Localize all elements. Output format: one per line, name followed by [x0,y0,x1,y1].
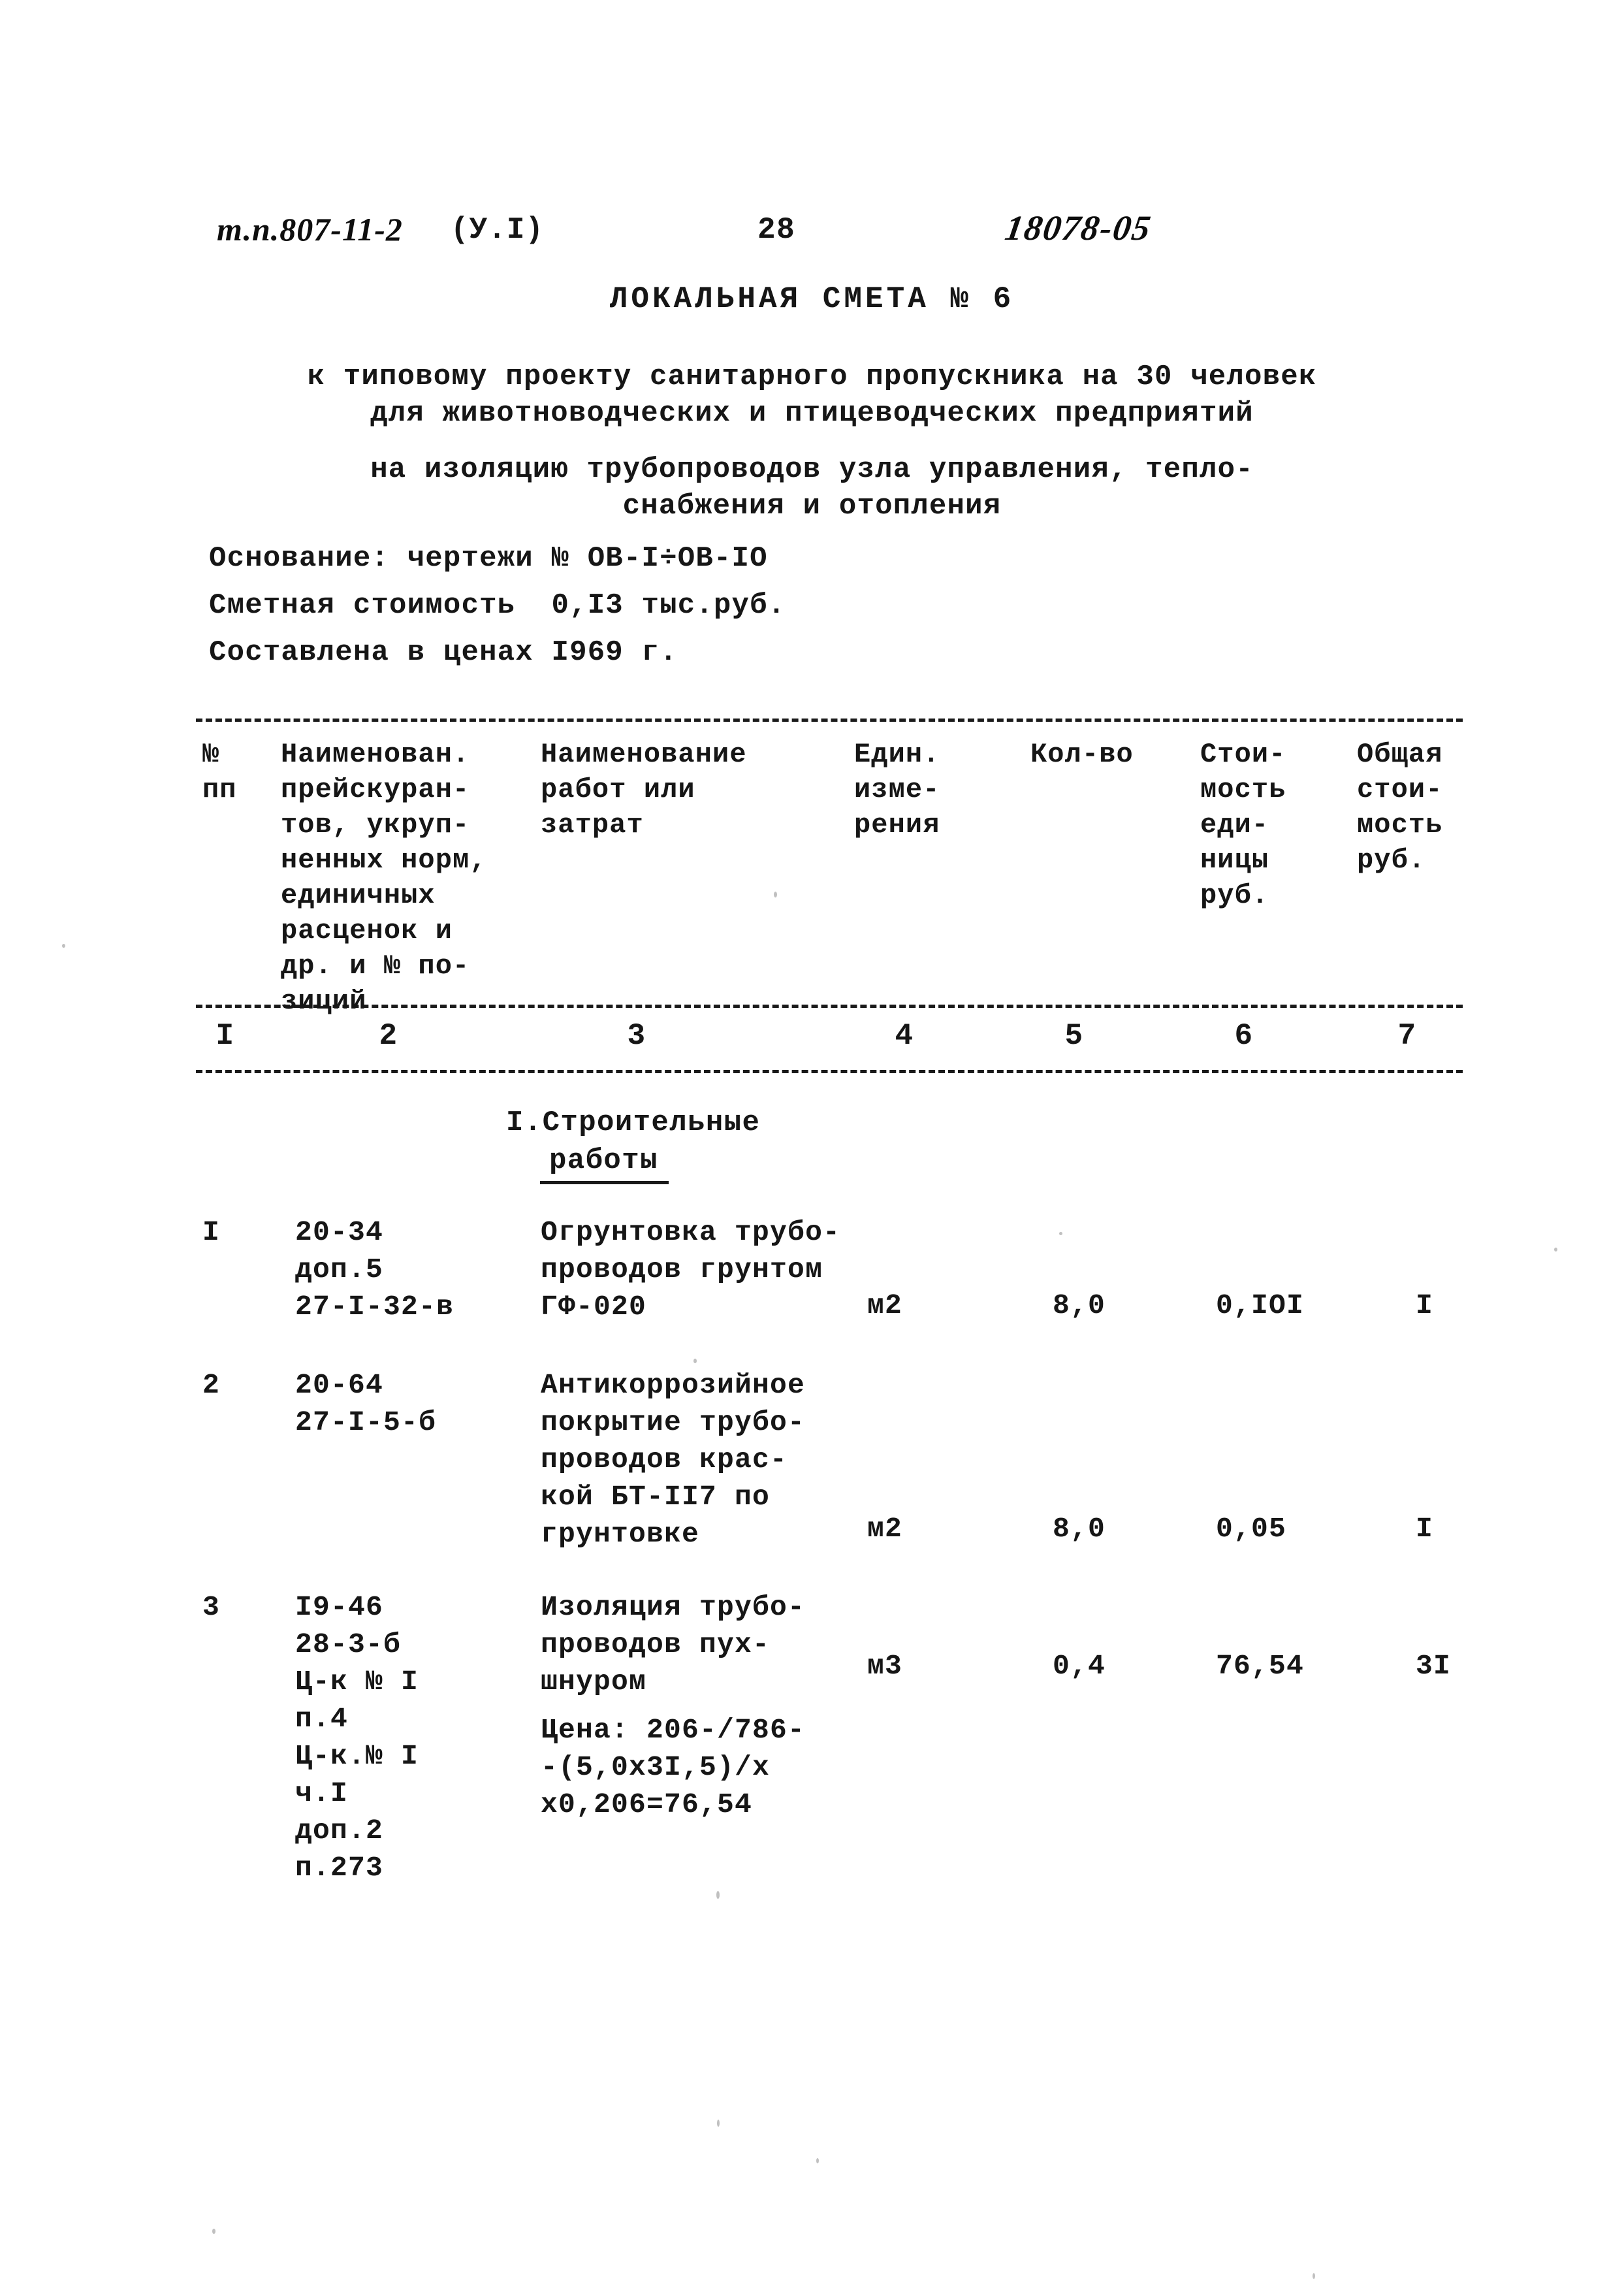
column-number-3: 3 [627,1019,646,1053]
table-row-total-cost: I [1416,1513,1434,1545]
table-rule-top [196,719,1463,722]
column-header-number: № пп [202,739,237,805]
column-header-quantity: Кол-во [1030,739,1134,770]
scan-speckle [693,1359,697,1363]
section-heading-line-1: I.Строительные [506,1107,761,1139]
scan-speckle [816,2158,819,2163]
table-row-quantity: 8,0 [1053,1513,1106,1545]
table-row-quantity: 8,0 [1053,1289,1106,1321]
scan-speckle [1313,2273,1315,2279]
column-number-2: 2 [379,1019,398,1053]
subtitle-line-2: для животноводческих и птицеводческих пр… [370,397,1254,430]
table-row-unit: м3 [867,1650,903,1682]
column-header-unit: Един. изме- рения [854,739,940,841]
section-heading-line-2: работы [540,1142,669,1184]
scan-speckle [1554,1248,1557,1252]
basis-estimate-cost: Сметная стоимость 0,I3 тыс.руб. [209,589,786,622]
table-row-code: I9-46 28-3-б Ц-к № I п.4 Ц-к.№ I ч.I доп… [295,1591,419,1884]
document-page: т.п.807-11-2 (У.I) 28 18078-05 ЛОКАЛЬНАЯ… [0,0,1624,2294]
column-header-total-cost: Общая стои- мость руб. [1357,739,1443,876]
subtitle-line-4: снабжения и отопления [622,490,1002,523]
table-row: 2 [202,1369,221,1401]
scan-speckle [717,2120,720,2127]
column-number-7: 7 [1397,1019,1417,1053]
table-row-work: Антикоррозийное покрытие трубо- проводов… [541,1369,806,1550]
table-row-code: 20-34 доп.5 27-I-32-в [295,1216,454,1323]
scan-speckle [212,2229,215,2234]
scan-speckle [1059,1232,1062,1235]
table-row-total-cost: I [1416,1289,1434,1321]
table-row: I [202,1216,221,1248]
table-row-work: Огрунтовка трубо- проводов грунтом ГФ-02… [541,1216,841,1323]
section-heading: I.Строительные работы [506,1104,760,1184]
table-row-code: 20-64 27-I-5-б [295,1369,437,1438]
column-number-5: 5 [1064,1019,1084,1053]
table-row-price-formula: Цена: 206-/786- -(5,0х3I,5)/х х0,206=76,… [541,1714,806,1820]
column-number-6: 6 [1234,1019,1254,1053]
table-row: 3 [202,1591,221,1623]
scan-speckle [62,944,65,948]
document-code: т.п.807-11-2 [217,211,403,248]
table-rule-bottom [196,1070,1463,1073]
table-row-work: Изоляция трубо- проводов пух- шнуром [541,1591,806,1698]
page-title: ЛОКАЛЬНАЯ СМЕТА № 6 [609,282,1015,316]
table-row-unit: м2 [867,1513,903,1545]
archive-code: 18078-05 [1002,208,1154,248]
document-variant: (У.I) [451,213,545,247]
column-number-4: 4 [895,1019,914,1053]
column-number-1: I [215,1019,235,1053]
column-header-work: Наименование работ или затрат [541,739,747,841]
page-number: 28 [757,213,796,247]
table-row-unit-cost: 76,54 [1216,1650,1305,1682]
basis-price-year: Составлена в ценах I969 г. [209,636,678,669]
table-row-unit-cost: 0,IOI [1216,1289,1305,1321]
subtitle-line-1: к типовому проекту санитарного пропускни… [307,361,1317,393]
table-row-unit-cost: 0,05 [1216,1513,1287,1545]
table-row-total-cost: 3I [1416,1650,1452,1682]
basis-drawings: Основание: чертежи № ОВ-I÷ОВ-IО [209,542,768,575]
table-row-unit: м2 [867,1289,903,1321]
scan-speckle [716,1891,720,1899]
scan-speckle [774,892,777,897]
subtitle-line-3: на изоляцию трубопроводов узла управлени… [370,453,1254,486]
column-header-unit-cost: Стои- мость еди- ницы руб. [1200,739,1286,911]
column-header-price-list: Наименован. прейскуран- тов, укруп- ненн… [281,739,487,1017]
table-row-quantity: 0,4 [1053,1650,1106,1682]
